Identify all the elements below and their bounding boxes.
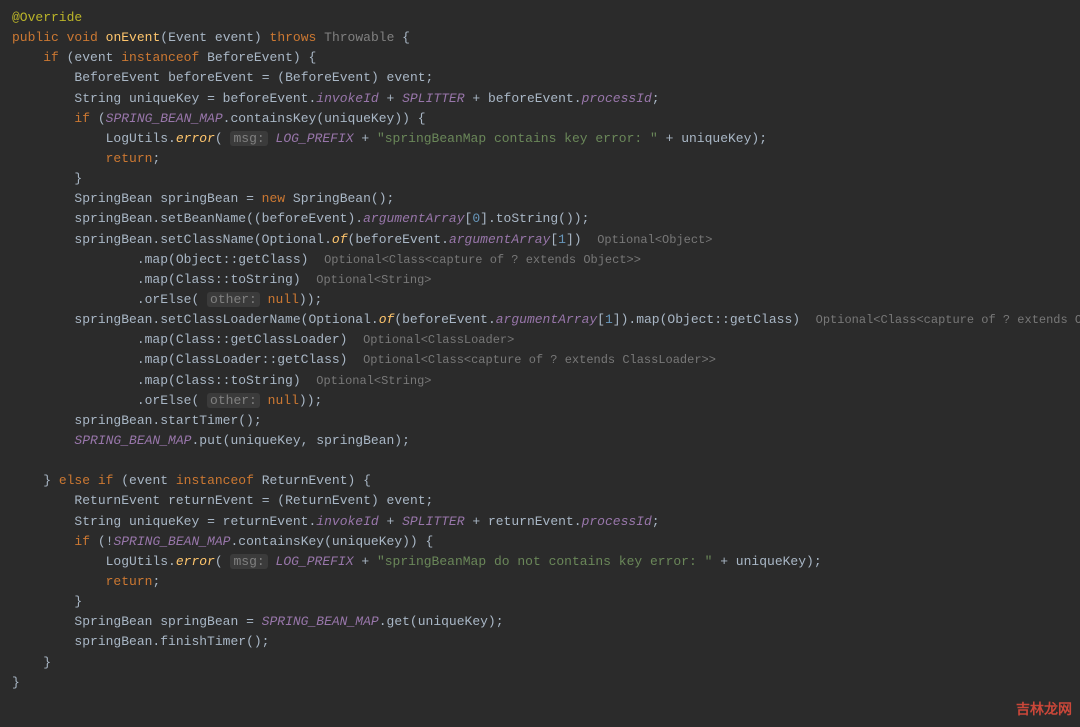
- code-line: return;: [12, 572, 1080, 592]
- code-line: .orElse( other: null));: [12, 290, 1080, 310]
- code-line: }: [12, 653, 1080, 673]
- code-line: springBean.startTimer();: [12, 411, 1080, 431]
- param-hint: msg:: [230, 131, 267, 146]
- code-line: }: [12, 169, 1080, 189]
- code-line: public void onEvent(Event event) throws …: [12, 28, 1080, 48]
- code-line: .map(Class::toString) Optional<String>: [12, 371, 1080, 391]
- code-line: springBean.setClassName(Optional.of(befo…: [12, 230, 1080, 250]
- code-line: }: [12, 592, 1080, 612]
- type-hint: Optional<Class<capture of ? extends Clas…: [363, 353, 716, 367]
- type-hint: Optional<Class<capture of ? extends Obje…: [816, 313, 1080, 327]
- code-line: .map(Class::toString) Optional<String>: [12, 270, 1080, 290]
- type-hint: Optional<Class<capture of ? extends Obje…: [324, 253, 641, 267]
- code-line: @Override: [12, 8, 1080, 28]
- code-line: return;: [12, 149, 1080, 169]
- type-hint: Optional<Object>: [597, 233, 712, 247]
- code-line: .orElse( other: null));: [12, 391, 1080, 411]
- param-hint: other:: [207, 292, 260, 307]
- param-hint: msg:: [230, 554, 267, 569]
- code-line: ReturnEvent returnEvent = (ReturnEvent) …: [12, 491, 1080, 511]
- code-line: if (event instanceof BeforeEvent) {: [12, 48, 1080, 68]
- method-name: onEvent: [106, 30, 161, 45]
- type-hint: Optional<String>: [316, 374, 431, 388]
- code-line: [12, 451, 1080, 471]
- string-literal: "springBeanMap do not contains key error…: [377, 554, 712, 569]
- type-hint: Optional<String>: [316, 273, 431, 287]
- code-line: .map(Object::getClass) Optional<Class<ca…: [12, 250, 1080, 270]
- code-line: LogUtils.error( msg: LOG_PREFIX + "sprin…: [12, 129, 1080, 149]
- code-line: if (SPRING_BEAN_MAP.containsKey(uniqueKe…: [12, 109, 1080, 129]
- code-line: if (!SPRING_BEAN_MAP.containsKey(uniqueK…: [12, 532, 1080, 552]
- code-line: .map(ClassLoader::getClass) Optional<Cla…: [12, 350, 1080, 370]
- code-line: LogUtils.error( msg: LOG_PREFIX + "sprin…: [12, 552, 1080, 572]
- code-line: springBean.setClassLoaderName(Optional.o…: [12, 310, 1080, 330]
- code-line: SpringBean springBean = SPRING_BEAN_MAP.…: [12, 612, 1080, 632]
- param-hint: other:: [207, 393, 260, 408]
- code-line: BeforeEvent beforeEvent = (BeforeEvent) …: [12, 68, 1080, 88]
- code-line: .map(Class::getClassLoader) Optional<Cla…: [12, 330, 1080, 350]
- code-line: } else if (event instanceof ReturnEvent)…: [12, 471, 1080, 491]
- code-line: springBean.finishTimer();: [12, 632, 1080, 652]
- code-line: SPRING_BEAN_MAP.put(uniqueKey, springBea…: [12, 431, 1080, 451]
- string-literal: "springBeanMap contains key error: ": [377, 131, 658, 146]
- annotation: @Override: [12, 10, 82, 25]
- code-line: }: [12, 673, 1080, 693]
- code-line: String uniqueKey = beforeEvent.invokeId …: [12, 89, 1080, 109]
- type-hint: Optional<ClassLoader>: [363, 333, 514, 347]
- code-line: String uniqueKey = returnEvent.invokeId …: [12, 512, 1080, 532]
- code-line: springBean.setBeanName((beforeEvent).arg…: [12, 209, 1080, 229]
- watermark-text: 吉林龙网: [1016, 699, 1072, 721]
- code-line: SpringBean springBean = new SpringBean()…: [12, 189, 1080, 209]
- code-editor[interactable]: @Override public void onEvent(Event even…: [12, 8, 1080, 693]
